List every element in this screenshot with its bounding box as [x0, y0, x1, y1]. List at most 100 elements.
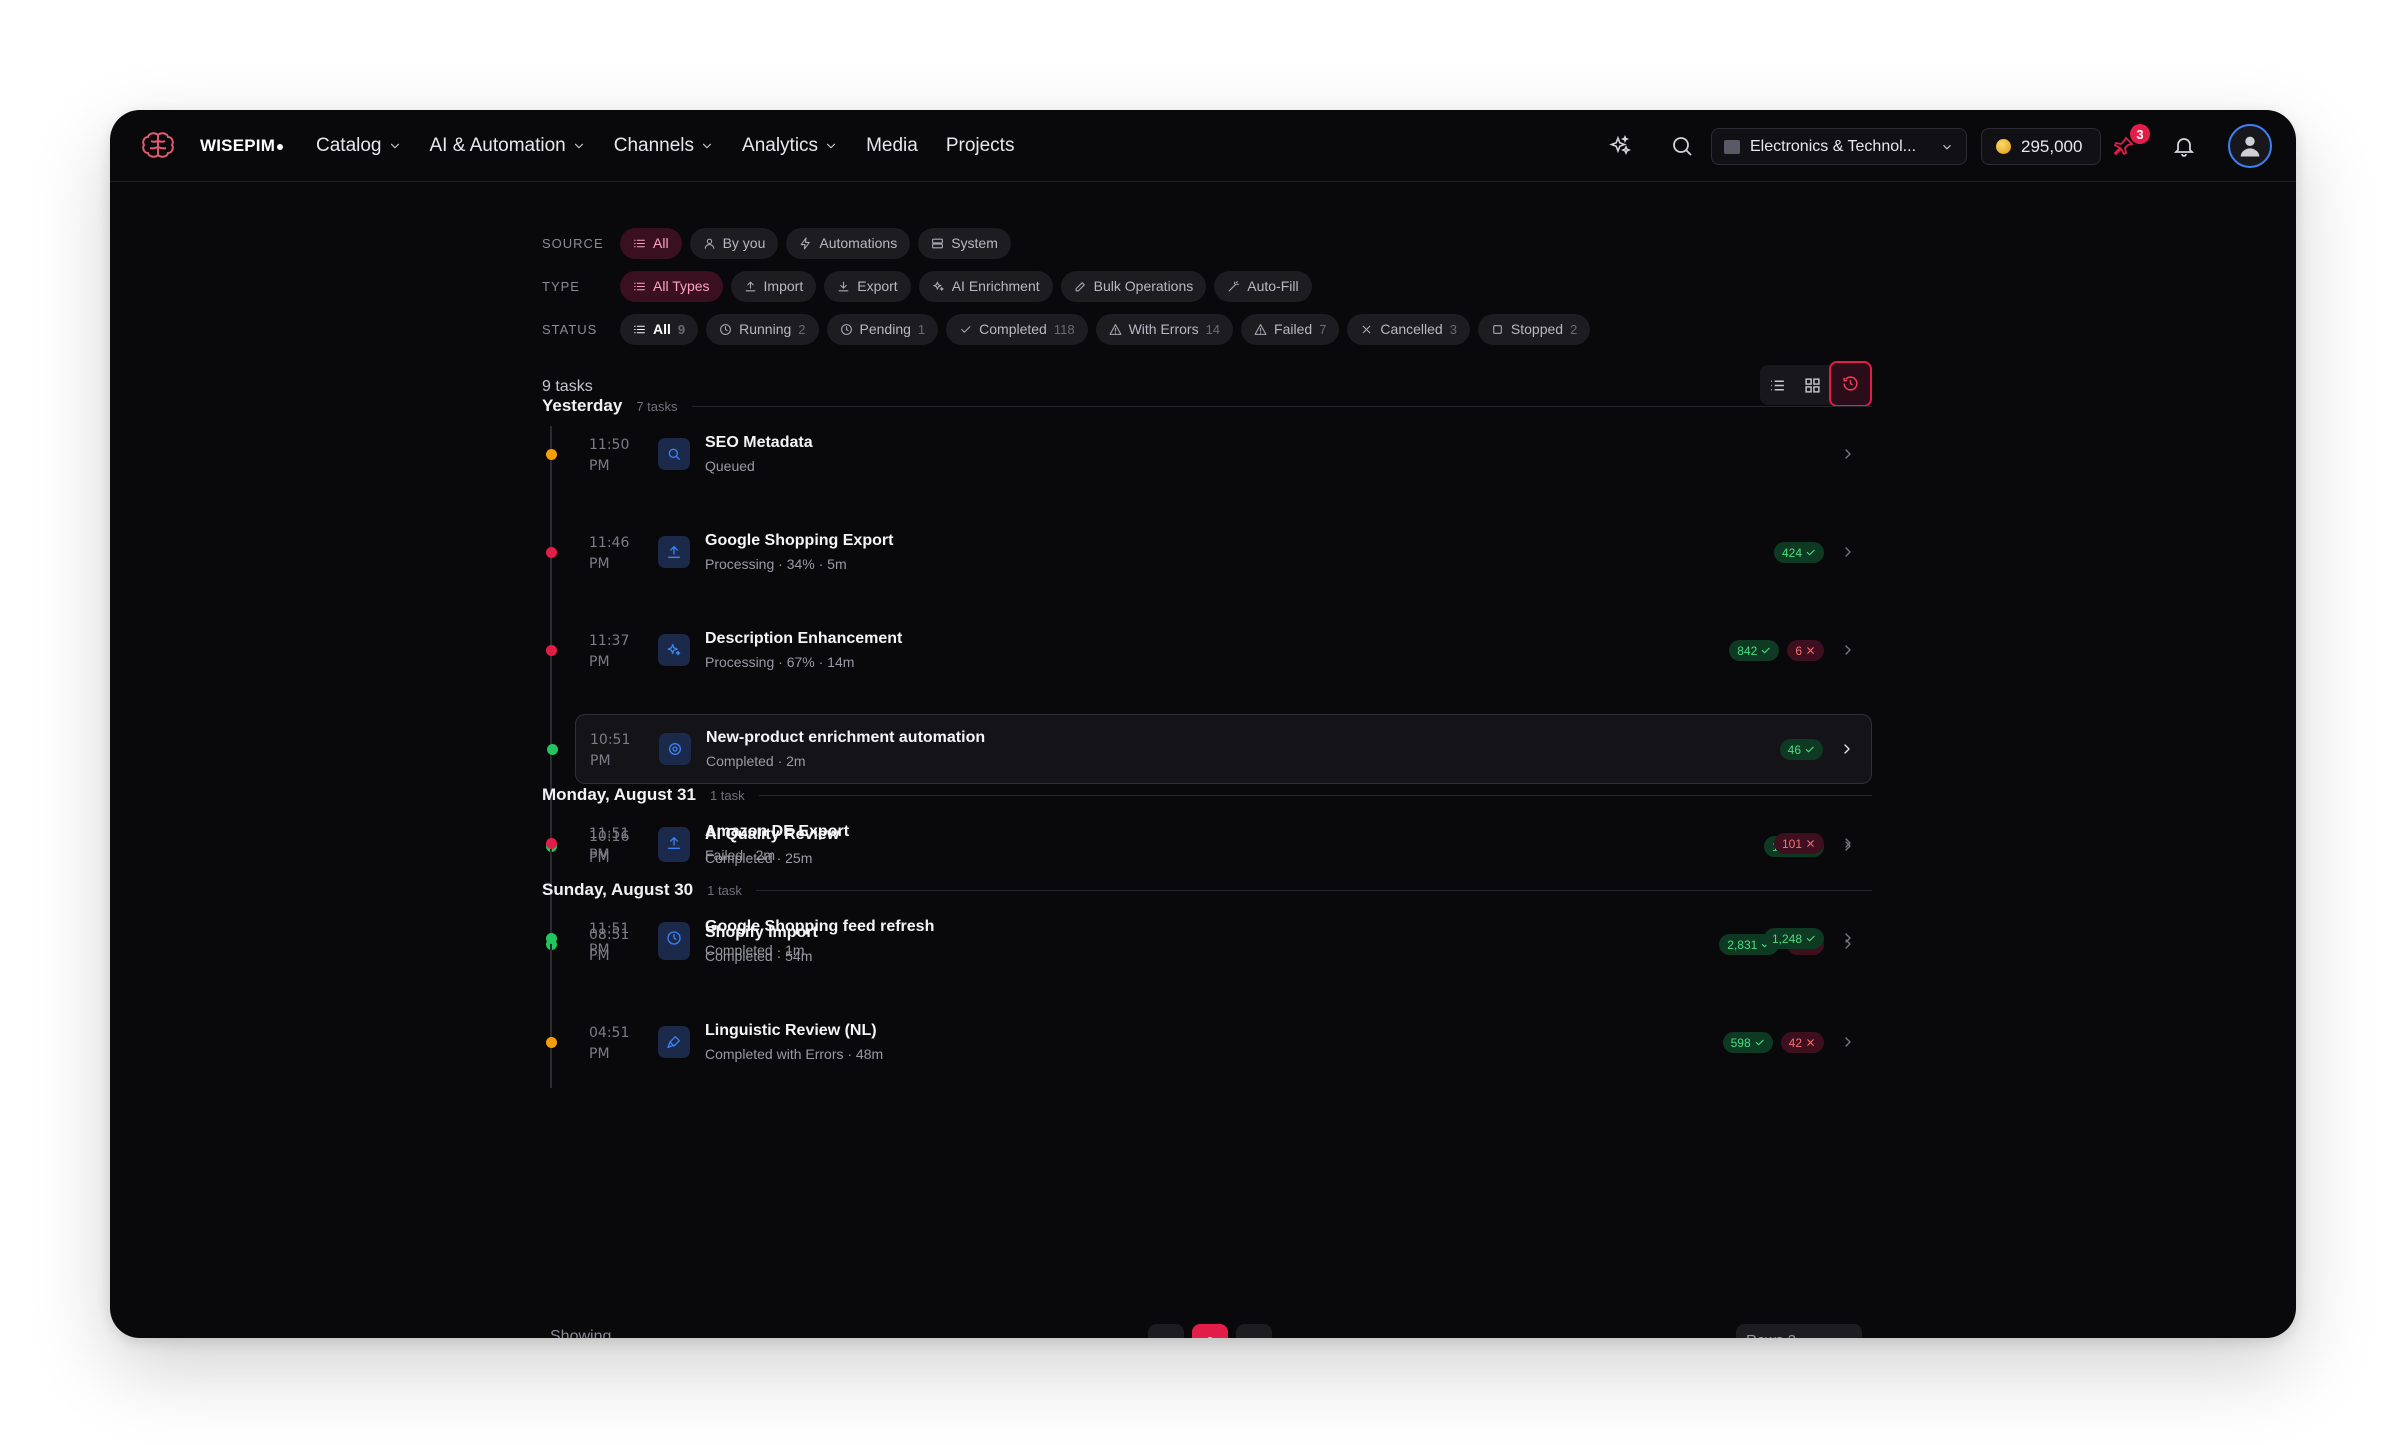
brand-name[interactable]: WISEPIM	[200, 136, 284, 156]
nav-catalog[interactable]: Catalog	[316, 126, 416, 166]
warning-icon	[1254, 323, 1267, 335]
chevron-right-icon	[1839, 741, 1855, 757]
nav-label: Channels	[613, 135, 695, 156]
search-button[interactable]	[1666, 130, 1698, 162]
status-chip-completed[interactable]: Completed 118	[946, 313, 1088, 345]
group-title: Monday, August 31	[542, 785, 696, 804]
chevron-right-icon	[1247, 1335, 1261, 1338]
group-title: Yesterday	[542, 396, 623, 415]
status-chip-stopped[interactable]: Stopped 2	[1477, 313, 1591, 345]
check-icon	[1805, 746, 1814, 753]
chip-label: Pending	[859, 321, 911, 337]
group-divider	[758, 794, 1872, 796]
success-count-badge: 1,248	[1763, 928, 1824, 949]
date-group-header: Monday, August 31 1 task	[542, 785, 1872, 805]
source-filter-label: SOURCE	[542, 235, 604, 251]
task-row[interactable]: 11:50 PM SEO Metadata Queued	[546, 420, 1872, 490]
timeline-line	[550, 426, 552, 1088]
chip-count: 14	[1205, 321, 1221, 337]
chip-label: Automations	[819, 235, 898, 251]
group-divider	[755, 889, 1872, 891]
result-badges: 424	[1773, 542, 1824, 563]
chip-count: 2	[1570, 321, 1578, 337]
nav-media[interactable]: Media	[852, 126, 932, 166]
brain-logo-icon[interactable]	[138, 127, 178, 167]
status-chip-with-errors[interactable]: With Errors 14	[1095, 313, 1234, 345]
nav-projects[interactable]: Projects	[932, 126, 1029, 166]
ai-sparkle-button[interactable]	[1604, 130, 1636, 162]
task-title: Google Shopping feed refresh	[705, 918, 935, 935]
source-chip-automations[interactable]: Automations	[786, 227, 911, 259]
task-row[interactable]: 11:51 PM Google Shopping feed refresh Compl…	[546, 904, 1872, 974]
notifications-button[interactable]	[2168, 130, 2200, 162]
chip-label: Failed	[1274, 321, 1313, 337]
group-count: 7 tasks	[636, 398, 678, 414]
chip-count: 2	[798, 321, 806, 337]
type-chip-auto-fill[interactable]: Auto-Fill	[1214, 270, 1312, 302]
status-dot	[546, 838, 557, 849]
main-menu: Catalog AI & Automation Channels Analytics M…	[316, 110, 1028, 182]
source-chip-all[interactable]: All	[620, 227, 682, 259]
chip-label: Import	[763, 278, 804, 294]
nav-analytics[interactable]: Analytics	[728, 126, 852, 166]
status-chip-running[interactable]: Running 2	[706, 313, 819, 345]
nav-label: Analytics	[742, 135, 819, 156]
task-type-badge	[658, 827, 690, 859]
bell-icon	[2173, 138, 2195, 157]
status-chip-cancelled[interactable]: Cancelled 3	[1347, 313, 1470, 345]
nav-ai-automation[interactable]: AI & Automation	[416, 126, 600, 166]
prev-page-button[interactable]	[1148, 1324, 1184, 1338]
task-type-badge	[658, 536, 690, 568]
next-page-button[interactable]	[1236, 1324, 1272, 1338]
coin-icon	[1996, 139, 2011, 154]
chip-label: Completed	[979, 321, 1047, 337]
chip-label: Export	[857, 278, 898, 294]
chip-label: With Errors	[1128, 321, 1199, 337]
chevron-right-icon	[1845, 645, 1851, 655]
x-icon	[1807, 1039, 1814, 1046]
task-title: Google Shopping Export	[705, 532, 894, 549]
task-row[interactable]: 04:51 PM Linguistic Review (NL) Completed w…	[546, 1008, 1872, 1078]
chip-label: System	[951, 235, 998, 251]
chevron-right-icon	[1840, 930, 1856, 946]
task-row[interactable]: 10:51 PM New-product enrichment automation…	[547, 714, 1872, 784]
type-chip-import[interactable]: Import	[730, 270, 817, 302]
nav-channels[interactable]: Channels	[600, 126, 728, 166]
clock-icon	[840, 323, 852, 335]
result-badges: 101	[1773, 833, 1824, 854]
task-subtitle: Completed · 2m	[706, 753, 806, 769]
upload-icon	[668, 546, 680, 558]
task-row[interactable]: 11:51 PM Amazon DE Export Failed · 2m 101	[546, 809, 1872, 879]
type-filter-label: TYPE	[542, 278, 580, 294]
status-chip-failed[interactable]: Failed 7	[1241, 313, 1340, 345]
type-chip-all-types[interactable]: All Types	[620, 270, 723, 302]
task-row[interactable]: 11:46 PM Google Shopping Export Processing …	[546, 518, 1872, 588]
type-filter-row: TYPE All Types Import Export AI Enrichment B…	[542, 269, 1872, 303]
error-count-badge: 101	[1773, 833, 1824, 854]
source-chip-system[interactable]: System	[918, 227, 1011, 259]
chevron-down-icon	[574, 143, 583, 149]
error-count-badge: 6	[1787, 640, 1824, 661]
type-chip-ai-enrichment[interactable]: AI Enrichment	[918, 270, 1053, 302]
chip-label: All Types	[653, 278, 710, 294]
credits-balance[interactable]: 295,000	[1981, 128, 2101, 165]
source-chip-by-you[interactable]: By you	[689, 227, 779, 259]
status-chip-all[interactable]: All 9	[620, 313, 699, 345]
bolt-icon	[801, 237, 811, 249]
workspace-selector[interactable]: Electronics & Technol...	[1711, 128, 1967, 165]
status-chip-pending[interactable]: Pending 1	[826, 313, 939, 345]
x-icon	[1363, 325, 1371, 333]
list-icon	[1770, 380, 1784, 390]
user-avatar[interactable]	[2228, 124, 2272, 168]
task-subtitle: Queued	[705, 458, 755, 474]
x-icon	[1807, 840, 1814, 847]
task-row[interactable]: 11:37 PM Description Enhancement Processing…	[546, 616, 1872, 686]
type-chip-export[interactable]: Export	[824, 270, 911, 302]
sparkle-icon	[1609, 134, 1632, 156]
page-button-current[interactable]: 1	[1192, 1324, 1228, 1338]
status-dot	[546, 1037, 557, 1048]
rows-per-page-select[interactable]: Rows 2	[1736, 1324, 1862, 1338]
top-nav: WISEPIM Catalog AI & Automation Channels An…	[110, 110, 2296, 182]
timeline-line	[550, 815, 552, 889]
type-chip-bulk-operations[interactable]: Bulk Operations	[1060, 270, 1207, 302]
